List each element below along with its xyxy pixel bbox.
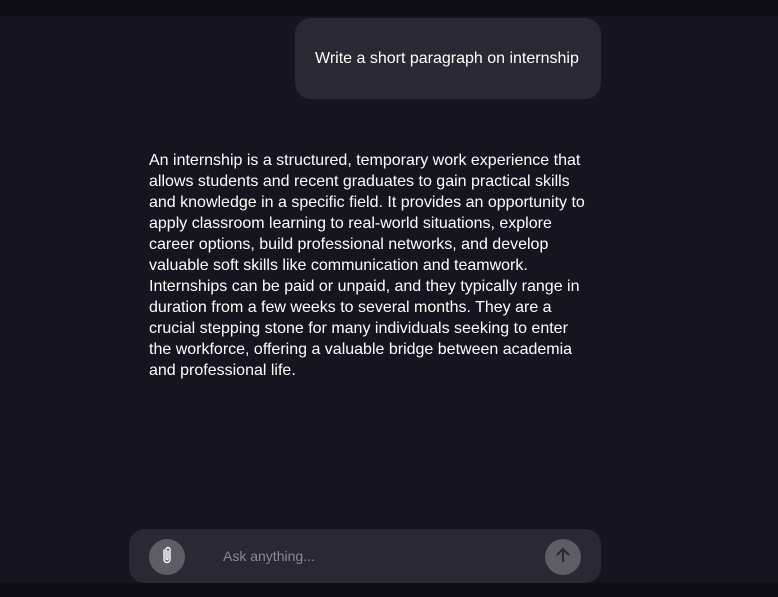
send-button[interactable] — [545, 539, 581, 575]
assistant-message-text: An internship is a structured, temporary… — [149, 152, 585, 379]
bottom-bar — [0, 583, 778, 597]
chat-composer — [129, 529, 601, 583]
attach-button[interactable] — [149, 539, 185, 575]
user-message-bubble: Write a short paragraph on internship — [295, 18, 601, 99]
ask-input[interactable] — [223, 545, 523, 567]
arrow-up-icon — [554, 546, 572, 569]
paperclip-icon — [160, 545, 174, 570]
chat-area: Write a short paragraph on internship An… — [0, 16, 778, 583]
user-message-text: Write a short paragraph on internship — [315, 50, 579, 67]
top-bar — [0, 0, 778, 16]
